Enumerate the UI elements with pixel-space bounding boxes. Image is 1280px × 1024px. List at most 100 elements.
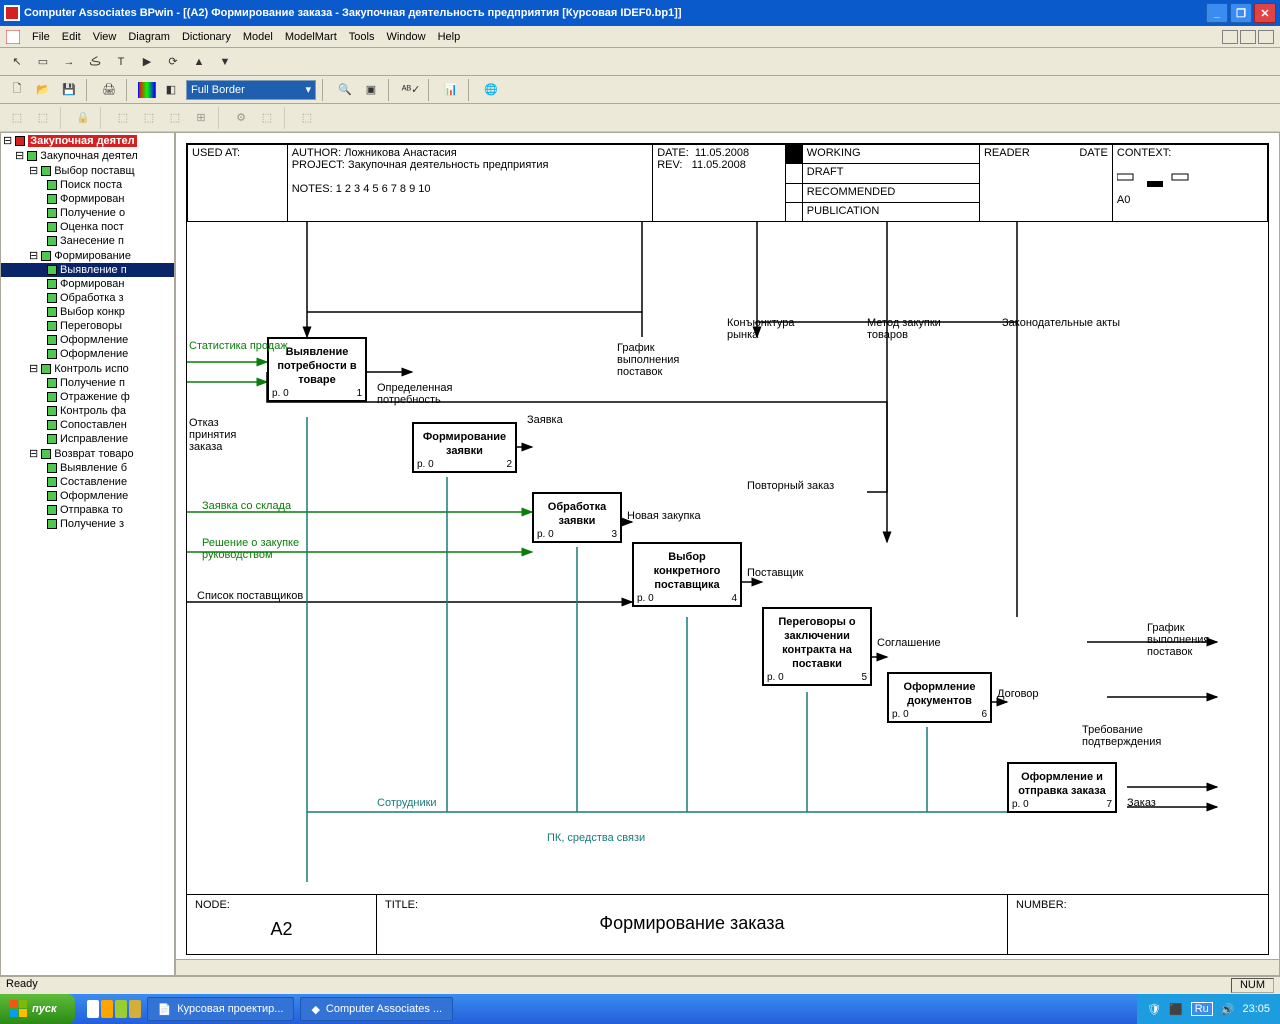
tree-item[interactable]: Составление: [1, 475, 174, 489]
tree-item[interactable]: ⊟Формирование: [1, 248, 174, 263]
tree-item[interactable]: ⊟Выбор поставщ: [1, 163, 174, 178]
mdi-minimize[interactable]: [1222, 30, 1238, 44]
activity-icon: [47, 505, 57, 515]
color-icon[interactable]: [138, 82, 156, 98]
tree-item[interactable]: Переговоры: [1, 319, 174, 333]
new-icon[interactable]: 🗋: [6, 79, 28, 101]
arrow-tool-icon[interactable]: →: [58, 51, 80, 73]
open-icon[interactable]: 📂: [32, 79, 54, 101]
tree-item[interactable]: Обработка з: [1, 291, 174, 305]
activity-icon: [47, 293, 57, 303]
print-icon[interactable]: 🖨: [98, 79, 120, 101]
swatch-icon[interactable]: ◧: [160, 79, 182, 101]
tree-item[interactable]: Оценка пост: [1, 220, 174, 234]
tree-root[interactable]: ⊟Закупочная деятел: [1, 133, 174, 148]
tree-item[interactable]: Выявление б: [1, 461, 174, 475]
tree-item[interactable]: ⊟Контроль испо: [1, 361, 174, 376]
play-icon[interactable]: ▶: [136, 51, 158, 73]
minimize-button[interactable]: _: [1206, 3, 1228, 23]
btn-d9: ⬚: [256, 107, 278, 129]
tree-item[interactable]: Получение о: [1, 206, 174, 220]
menu-view[interactable]: View: [93, 31, 117, 43]
menu-diagram[interactable]: Diagram: [128, 31, 170, 43]
clock[interactable]: 23:05: [1242, 1003, 1270, 1015]
horizontal-scrollbar[interactable]: [176, 959, 1279, 975]
mdi-close[interactable]: [1258, 30, 1274, 44]
tree-item[interactable]: Отражение ф: [1, 390, 174, 404]
box-tool-icon[interactable]: ▭: [32, 51, 54, 73]
tree-item[interactable]: Исправление: [1, 432, 174, 446]
tree-item[interactable]: Занесение п: [1, 234, 174, 248]
arrow-label: График выполнения поставок: [617, 342, 697, 378]
start-button[interactable]: пуск: [0, 994, 75, 1024]
tree-item[interactable]: Контроль фа: [1, 404, 174, 418]
model-tree[interactable]: ⊟Закупочная деятел ⊟Закупочная деятел ⊟В…: [0, 132, 175, 976]
activity-box-6[interactable]: Оформление документовp. 06: [887, 672, 992, 723]
report-icon[interactable]: 📊: [440, 79, 462, 101]
zoom-fit-icon[interactable]: ▣: [360, 79, 382, 101]
tree-item[interactable]: Поиск поста: [1, 178, 174, 192]
ql-icon[interactable]: [115, 1000, 127, 1018]
tree-item[interactable]: Формирован: [1, 277, 174, 291]
taskbar-item[interactable]: ◆Computer Associates ...: [300, 997, 453, 1021]
tree-item[interactable]: Оформление: [1, 333, 174, 347]
tree-item-selected[interactable]: Выявление п: [1, 263, 174, 277]
activity-box-2[interactable]: Формирование заявкиp. 02: [412, 422, 517, 473]
menu-tools[interactable]: Tools: [349, 31, 375, 43]
modelmart-icon[interactable]: 🌐: [480, 79, 502, 101]
tray-icon[interactable]: 🔊: [1221, 1003, 1235, 1016]
tree-item[interactable]: ⊟Возврат товаро: [1, 446, 174, 461]
arrow-label: Соглашение: [877, 637, 941, 649]
ql-icon[interactable]: [129, 1000, 141, 1018]
border-dropdown[interactable]: Full Border▾: [186, 80, 316, 100]
activity-icon: [47, 519, 57, 529]
menu-dictionary[interactable]: Dictionary: [182, 31, 231, 43]
mdi-restore[interactable]: [1240, 30, 1256, 44]
activity-icon: [27, 151, 37, 161]
tree-item[interactable]: Оформление: [1, 347, 174, 361]
tree-item[interactable]: ⊟Закупочная деятел: [1, 148, 174, 163]
activity-icon: [47, 279, 57, 289]
ql-icon[interactable]: [87, 1000, 99, 1018]
tree-item[interactable]: Выбор конкр: [1, 305, 174, 319]
activity-box-3[interactable]: Обработка заявкиp. 03: [532, 492, 622, 543]
tray-icon[interactable]: ⬛: [1169, 1003, 1183, 1016]
maximize-button[interactable]: ❐: [1230, 3, 1252, 23]
arrow-label: Законодательные акты: [1002, 317, 1122, 329]
menu-help[interactable]: Help: [438, 31, 461, 43]
close-button[interactable]: ✕: [1254, 3, 1276, 23]
diagram-header: USED AT: AUTHOR: Ложникова Анастасия PRO…: [187, 144, 1268, 222]
lang-indicator[interactable]: Ru: [1191, 1002, 1213, 1016]
tree-item[interactable]: Отправка то: [1, 503, 174, 517]
menu-edit[interactable]: Edit: [62, 31, 81, 43]
tray-icon[interactable]: 🛡: [1147, 1003, 1161, 1016]
pointer-tool-icon[interactable]: ↖: [6, 51, 28, 73]
menu-model[interactable]: Model: [243, 31, 273, 43]
activity-icon: [47, 208, 57, 218]
activity-box-5[interactable]: Переговоры о заключении контракта на пос…: [762, 607, 872, 686]
spellcheck-icon[interactable]: ᴬᴮ✓: [400, 79, 422, 101]
refresh-icon[interactable]: ⟳: [162, 51, 184, 73]
activity-box-4[interactable]: Выбор конкретного поставщикаp. 04: [632, 542, 742, 607]
tree-item[interactable]: Получение п: [1, 376, 174, 390]
arrow-label: Поставщик: [747, 567, 803, 579]
taskbar-item[interactable]: 📄Курсовая проектир...: [147, 997, 295, 1021]
diagram-canvas[interactable]: USED AT: AUTHOR: Ложникова Анастасия PRO…: [175, 132, 1280, 976]
zoom-in-icon[interactable]: 🔍: [334, 79, 356, 101]
tree-item[interactable]: Оформление: [1, 489, 174, 503]
save-icon[interactable]: 💾: [58, 79, 80, 101]
tree-item[interactable]: Получение з: [1, 517, 174, 531]
squiggle-tool-icon[interactable]: ڪ: [84, 51, 106, 73]
menu-window[interactable]: Window: [386, 31, 425, 43]
menu-modelmart[interactable]: ModelMart: [285, 31, 337, 43]
menu-file[interactable]: File: [32, 31, 50, 43]
down-icon[interactable]: ▼: [214, 51, 236, 73]
tree-item[interactable]: Сопоставлен: [1, 418, 174, 432]
up-icon[interactable]: ▲: [188, 51, 210, 73]
text-tool-icon[interactable]: T: [110, 51, 132, 73]
tree-item[interactable]: Формирован: [1, 192, 174, 206]
system-tray[interactable]: 🛡 ⬛ Ru 🔊 23:05: [1137, 994, 1280, 1024]
ql-icon[interactable]: [101, 1000, 113, 1018]
idef0-diagram[interactable]: Выявление потребности в товареp. 01 Форм…: [187, 222, 1268, 894]
activity-box-7[interactable]: Оформление и отправка заказаp. 07: [1007, 762, 1117, 813]
